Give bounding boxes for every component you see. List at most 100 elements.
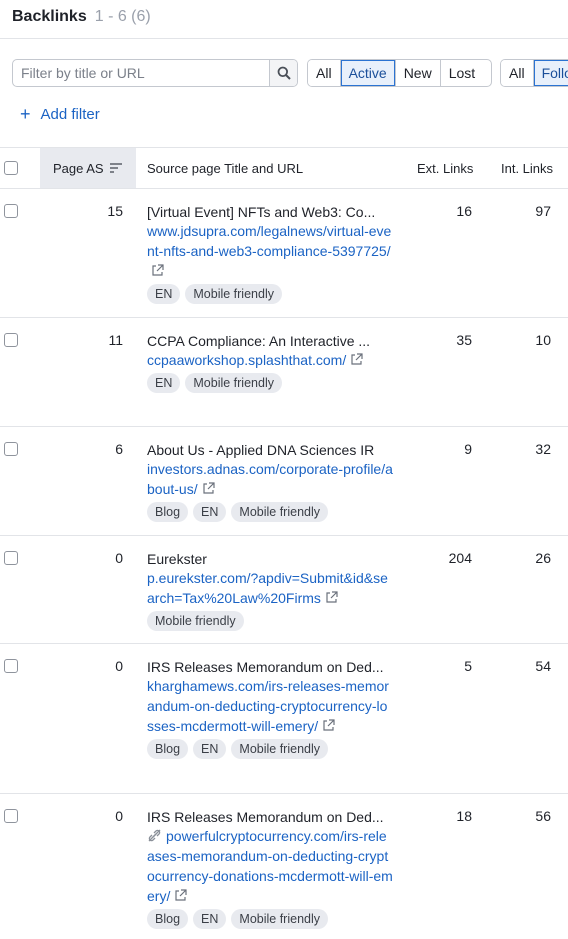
source-cell: CCPA Compliance: An Interactive ... ccpa… — [147, 332, 393, 393]
source-url-text[interactable]: p.eurekster.com/?apdiv=Submit&id&search=… — [147, 570, 388, 606]
select-all-checkbox[interactable] — [4, 161, 18, 175]
int-links-column-header[interactable]: Int. Links — [501, 148, 553, 188]
page-as-value: 0 — [115, 808, 123, 824]
ext-links-column-header[interactable]: Ext. Links — [417, 148, 473, 188]
page-as-value: 11 — [108, 332, 123, 348]
tag-mobile-friendly: Mobile friendly — [185, 284, 282, 304]
table-row: 0 IRS Releases Memorandum on Ded... khar… — [0, 644, 568, 794]
tag-list: Blog EN Mobile friendly — [147, 502, 393, 522]
tag-list: Blog EN Mobile friendly — [147, 909, 393, 929]
external-link-icon[interactable] — [325, 591, 338, 604]
source-cell: About Us - Applied DNA Sciences IR inves… — [147, 441, 393, 522]
int-links-value: 97 — [535, 203, 551, 219]
table-row: 0 Eurekster p.eurekster.com/?apdiv=Submi… — [0, 536, 568, 644]
source-title: CCPA Compliance: An Interactive ... — [147, 333, 371, 349]
ext-links-value: 35 — [456, 332, 472, 348]
row-checkbox[interactable] — [4, 659, 18, 673]
tag-mobile-friendly: Mobile friendly — [231, 909, 328, 929]
search-icon — [277, 66, 291, 80]
tag-list: Mobile friendly — [147, 611, 393, 631]
ext-links-value: 204 — [448, 550, 472, 566]
tag-en: EN — [193, 739, 227, 759]
source-title: [Virtual Event] NFTs and Web3: Co... — [147, 204, 376, 220]
add-filter-label: Add filter — [40, 105, 100, 123]
tag-mobile-friendly: Mobile friendly — [231, 502, 328, 522]
tag-list: EN Mobile friendly — [147, 284, 393, 304]
row-checkbox[interactable] — [4, 551, 18, 565]
header-divider — [0, 38, 568, 39]
ext-links-value: 16 — [456, 203, 472, 219]
tag-en: EN — [193, 502, 227, 522]
external-link-icon[interactable] — [151, 264, 164, 277]
source-title: IRS Releases Memorandum on Ded... — [147, 809, 384, 825]
source-column-header: Source page Title and URL — [147, 160, 304, 176]
table-header: Page AS Source page Title and URL Ext. L… — [0, 147, 568, 189]
follow-all-button[interactable]: All — [501, 60, 533, 86]
status-new-button[interactable]: New — [394, 60, 440, 86]
follow-follow-button[interactable]: Follo — [532, 60, 568, 86]
table-row: 15 [Virtual Event] NFTs and Web3: Co... … — [0, 189, 568, 318]
row-checkbox[interactable] — [4, 442, 18, 456]
tag-list: EN Mobile friendly — [147, 373, 393, 393]
source-url[interactable]: p.eurekster.com/?apdiv=Submit&id&search=… — [147, 568, 393, 608]
sort-icon — [109, 163, 122, 173]
source-url[interactable]: powerfulcryptocurrency.com/irs-releases-… — [147, 826, 393, 906]
tag-mobile-friendly: Mobile friendly — [147, 611, 244, 631]
tag-en: EN — [193, 909, 227, 929]
tag-blog: Blog — [147, 502, 189, 522]
status-lost-button[interactable]: Lost — [439, 60, 484, 86]
source-cell: Eurekster p.eurekster.com/?apdiv=Submit&… — [147, 550, 393, 631]
search-input[interactable] — [13, 60, 271, 86]
page-as-value: 0 — [115, 658, 123, 674]
source-url[interactable]: investors.adnas.com/corporate-profile/ab… — [147, 459, 393, 499]
source-url[interactable]: www.jdsupra.com/legalnews/virtual-event-… — [147, 221, 393, 281]
table-row: 11 CCPA Compliance: An Interactive ... c… — [0, 318, 568, 427]
source-url-text[interactable]: ccpaaworkshop.splashthat.com/ — [147, 352, 346, 368]
int-links-value: 54 — [535, 658, 551, 674]
source-url[interactable]: kharghamews.com/irs-releases-memorandum-… — [147, 676, 393, 736]
page-as-value: 15 — [107, 203, 123, 219]
int-links-value: 32 — [535, 441, 551, 457]
tag-en: EN — [147, 373, 181, 393]
tag-list: Blog EN Mobile friendly — [147, 739, 393, 759]
source-title: IRS Releases Memorandum on Ded... — [147, 659, 384, 675]
ext-links-value: 5 — [464, 658, 472, 674]
source-url-text[interactable]: www.jdsupra.com/legalnews/virtual-event-… — [147, 223, 391, 259]
tag-mobile-friendly: Mobile friendly — [185, 373, 282, 393]
source-url-text[interactable]: kharghamews.com/irs-releases-memorandum-… — [147, 678, 389, 734]
int-links-value: 26 — [535, 550, 551, 566]
source-title: About Us - Applied DNA Sciences IR — [147, 442, 375, 458]
external-link-icon[interactable] — [202, 482, 215, 495]
row-checkbox[interactable] — [4, 809, 18, 823]
status-filter: All Active New Lost — [307, 59, 492, 87]
row-checkbox[interactable] — [4, 333, 18, 347]
status-active-button[interactable]: Active — [339, 60, 395, 86]
source-cell: [Virtual Event] NFTs and Web3: Co... www… — [147, 203, 393, 304]
nofollow-link-icon — [148, 829, 161, 842]
tag-en: EN — [147, 284, 181, 304]
row-checkbox[interactable] — [4, 204, 18, 218]
add-filter-button[interactable]: + Add filter — [20, 104, 100, 124]
status-all-button[interactable]: All — [308, 60, 340, 86]
plus-icon: + — [20, 104, 31, 124]
result-range: 1 - 6 (6) — [94, 8, 151, 25]
page-header: Backlinks 1 - 6 (6) — [12, 8, 151, 28]
source-url-text[interactable]: investors.adnas.com/corporate-profile/ab… — [147, 461, 393, 497]
page-as-header-label: Page AS — [53, 160, 104, 176]
page-title: Backlinks — [12, 8, 87, 25]
source-title: Eurekster — [147, 551, 207, 567]
filter-search — [12, 59, 298, 87]
int-links-value: 10 — [535, 332, 551, 348]
source-url[interactable]: ccpaaworkshop.splashthat.com/ — [147, 350, 393, 370]
search-button[interactable] — [269, 60, 297, 86]
ext-links-value: 9 — [464, 441, 472, 457]
external-link-icon[interactable] — [350, 353, 363, 366]
external-link-icon[interactable] — [322, 719, 335, 732]
follow-filter: All Follo — [500, 59, 568, 87]
table-row: 0 IRS Releases Memorandum on Ded... powe… — [0, 794, 568, 939]
external-link-icon[interactable] — [174, 889, 187, 902]
page-as-value: 0 — [115, 550, 123, 566]
page-as-column-header[interactable]: Page AS — [40, 148, 136, 188]
source-cell: IRS Releases Memorandum on Ded... khargh… — [147, 658, 393, 759]
tag-blog: Blog — [147, 739, 189, 759]
